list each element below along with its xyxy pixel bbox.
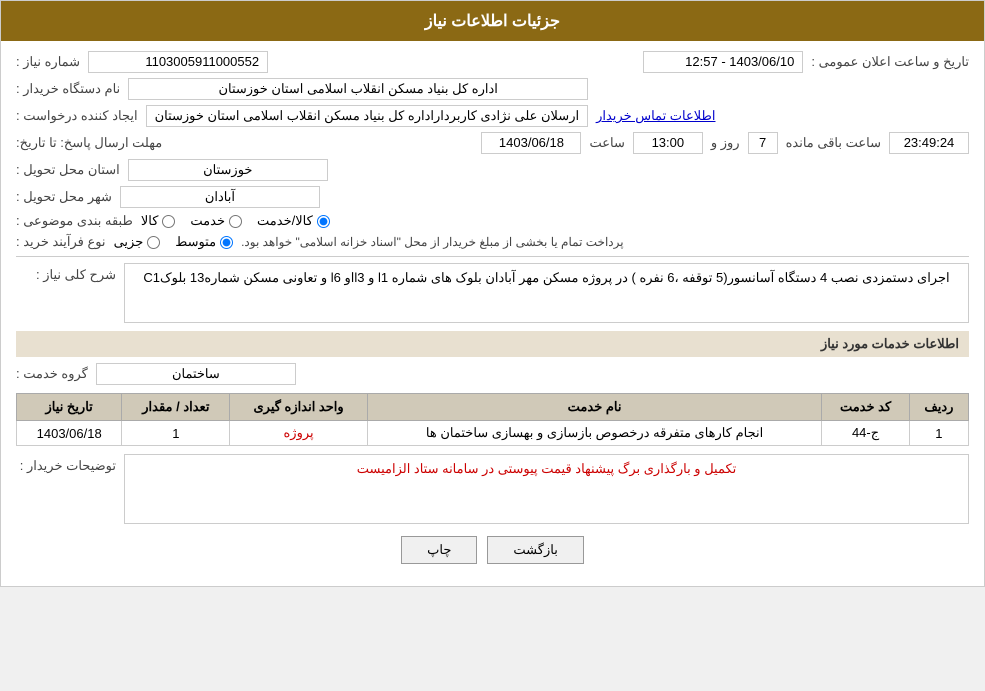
services-table: ردیف کد خدمت نام خدمت واحد اندازه گیری ت… bbox=[16, 393, 969, 446]
sharh-value: اجرای دستمزدی نصب 4 دستگاه آسانسور(5 توق… bbox=[124, 263, 969, 323]
farayand-radio-group: متوسط جزیی bbox=[114, 234, 234, 250]
col-name: نام خدمت bbox=[367, 394, 821, 421]
tozihat-value: تکمیل و بارگذاری برگ پیشنهاد قیمت پیوستی… bbox=[124, 454, 969, 524]
col-vahed: واحد اندازه گیری bbox=[230, 394, 367, 421]
mohlat-rooz-value: 7 bbox=[748, 132, 778, 154]
khadamat-section-title: اطلاعات خدمات مورد نیاز bbox=[16, 331, 969, 357]
group-khadamat-label: گروه خدمت : bbox=[16, 366, 88, 382]
buttons-row: بازگشت چاپ bbox=[16, 536, 969, 564]
back-button[interactable]: بازگشت bbox=[487, 536, 583, 564]
col-tarikh: تاریخ نیاز bbox=[17, 394, 122, 421]
sharh-label: شرح کلی نیاز : bbox=[16, 263, 116, 283]
header-title: جزئیات اطلاعات نیاز bbox=[425, 13, 560, 30]
nam-dastgah-label: نام دستگاه خریدار : bbox=[16, 81, 120, 97]
mohlat-saat-value: 13:00 bbox=[633, 132, 703, 154]
mohlat-date: 1403/06/18 bbox=[481, 132, 581, 154]
col-kod: کد خدمت bbox=[822, 394, 910, 421]
ejad-label: ایجاد کننده درخواست : bbox=[16, 108, 138, 124]
ostan-value: خوزستان bbox=[128, 159, 328, 181]
tarikh-elaan-value: 1403/06/10 - 12:57 bbox=[643, 51, 803, 73]
shomara-niaz-label: شماره نیاز : bbox=[16, 54, 80, 70]
shomara-niaz-value: 1103005911000552 bbox=[88, 51, 268, 73]
mohlat-saat-label: ساعت bbox=[589, 135, 624, 151]
shahr-value: آبادان bbox=[120, 186, 320, 208]
print-button[interactable]: چاپ bbox=[401, 536, 477, 564]
radio-jozii[interactable]: جزیی bbox=[114, 234, 161, 250]
mohlat-label: مهلت ارسال پاسخ: تا تاریخ: bbox=[16, 135, 162, 151]
farayand-label: نوع فرآیند خرید : bbox=[16, 234, 106, 250]
col-radif: ردیف bbox=[909, 394, 968, 421]
mohlat-mande-value: 23:49:24 bbox=[889, 132, 969, 154]
radio-motavaset[interactable]: متوسط bbox=[175, 234, 233, 250]
ostan-label: استان محل تحویل : bbox=[16, 162, 120, 178]
radio-kala[interactable]: کالا bbox=[141, 213, 176, 229]
tabaqe-label: طبقه بندی موضوعی : bbox=[16, 213, 133, 229]
tabaqe-radio-group: کالا/خدمت خدمت کالا bbox=[141, 213, 330, 229]
radio-khadamat[interactable]: خدمت bbox=[190, 213, 242, 229]
dastgah-value: اداره کل بنیاد مسکن انقلاب اسلامی استان … bbox=[128, 78, 588, 100]
group-khadamat-value: ساختمان bbox=[96, 363, 296, 385]
table-row: 1 ج-44 انجام کارهای متفرقه درخصوص بازساز… bbox=[17, 421, 969, 446]
mohlat-mande-label: ساعت باقی مانده bbox=[786, 135, 881, 151]
ettelaat-tamas-link[interactable]: اطلاعات تماس خریدار bbox=[596, 108, 715, 124]
farayand-description: پرداخت تمام یا بخشی از مبلغ خریدار از مح… bbox=[241, 235, 969, 249]
page-header: جزئیات اطلاعات نیاز bbox=[1, 1, 984, 41]
mohlat-rooz-label: روز و bbox=[711, 135, 740, 151]
radio-kala-khadamat[interactable]: کالا/خدمت bbox=[257, 213, 330, 229]
tarikh-elaan-label: تاریخ و ساعت اعلان عمومی : bbox=[811, 54, 969, 70]
shahr-label: شهر محل تحویل : bbox=[16, 189, 112, 205]
tozihat-label: توضیحات خریدار : bbox=[16, 454, 116, 474]
ejad-value: ارسلان علی نژادی کاربرداراداره کل بنیاد … bbox=[146, 105, 589, 127]
col-tedad: تعداد / مقدار bbox=[122, 394, 230, 421]
